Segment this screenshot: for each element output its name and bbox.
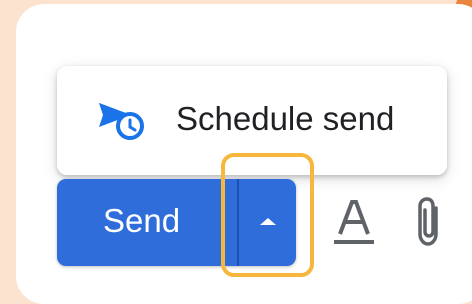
formatting-options-button[interactable] bbox=[330, 196, 378, 248]
attach-files-button[interactable] bbox=[410, 194, 450, 250]
send-button-group: Send bbox=[57, 179, 296, 266]
more-send-options-button[interactable] bbox=[239, 179, 296, 266]
paperclip-icon bbox=[418, 197, 438, 246]
text-format-icon bbox=[334, 200, 374, 244]
schedule-send-menu-item[interactable]: Schedule send bbox=[57, 66, 447, 175]
send-button[interactable]: Send bbox=[57, 179, 237, 266]
schedule-send-label: Schedule send bbox=[176, 100, 395, 137]
schedule-send-icon bbox=[99, 103, 144, 140]
caret-up-icon bbox=[260, 218, 276, 225]
send-button-label: Send bbox=[103, 202, 181, 239]
